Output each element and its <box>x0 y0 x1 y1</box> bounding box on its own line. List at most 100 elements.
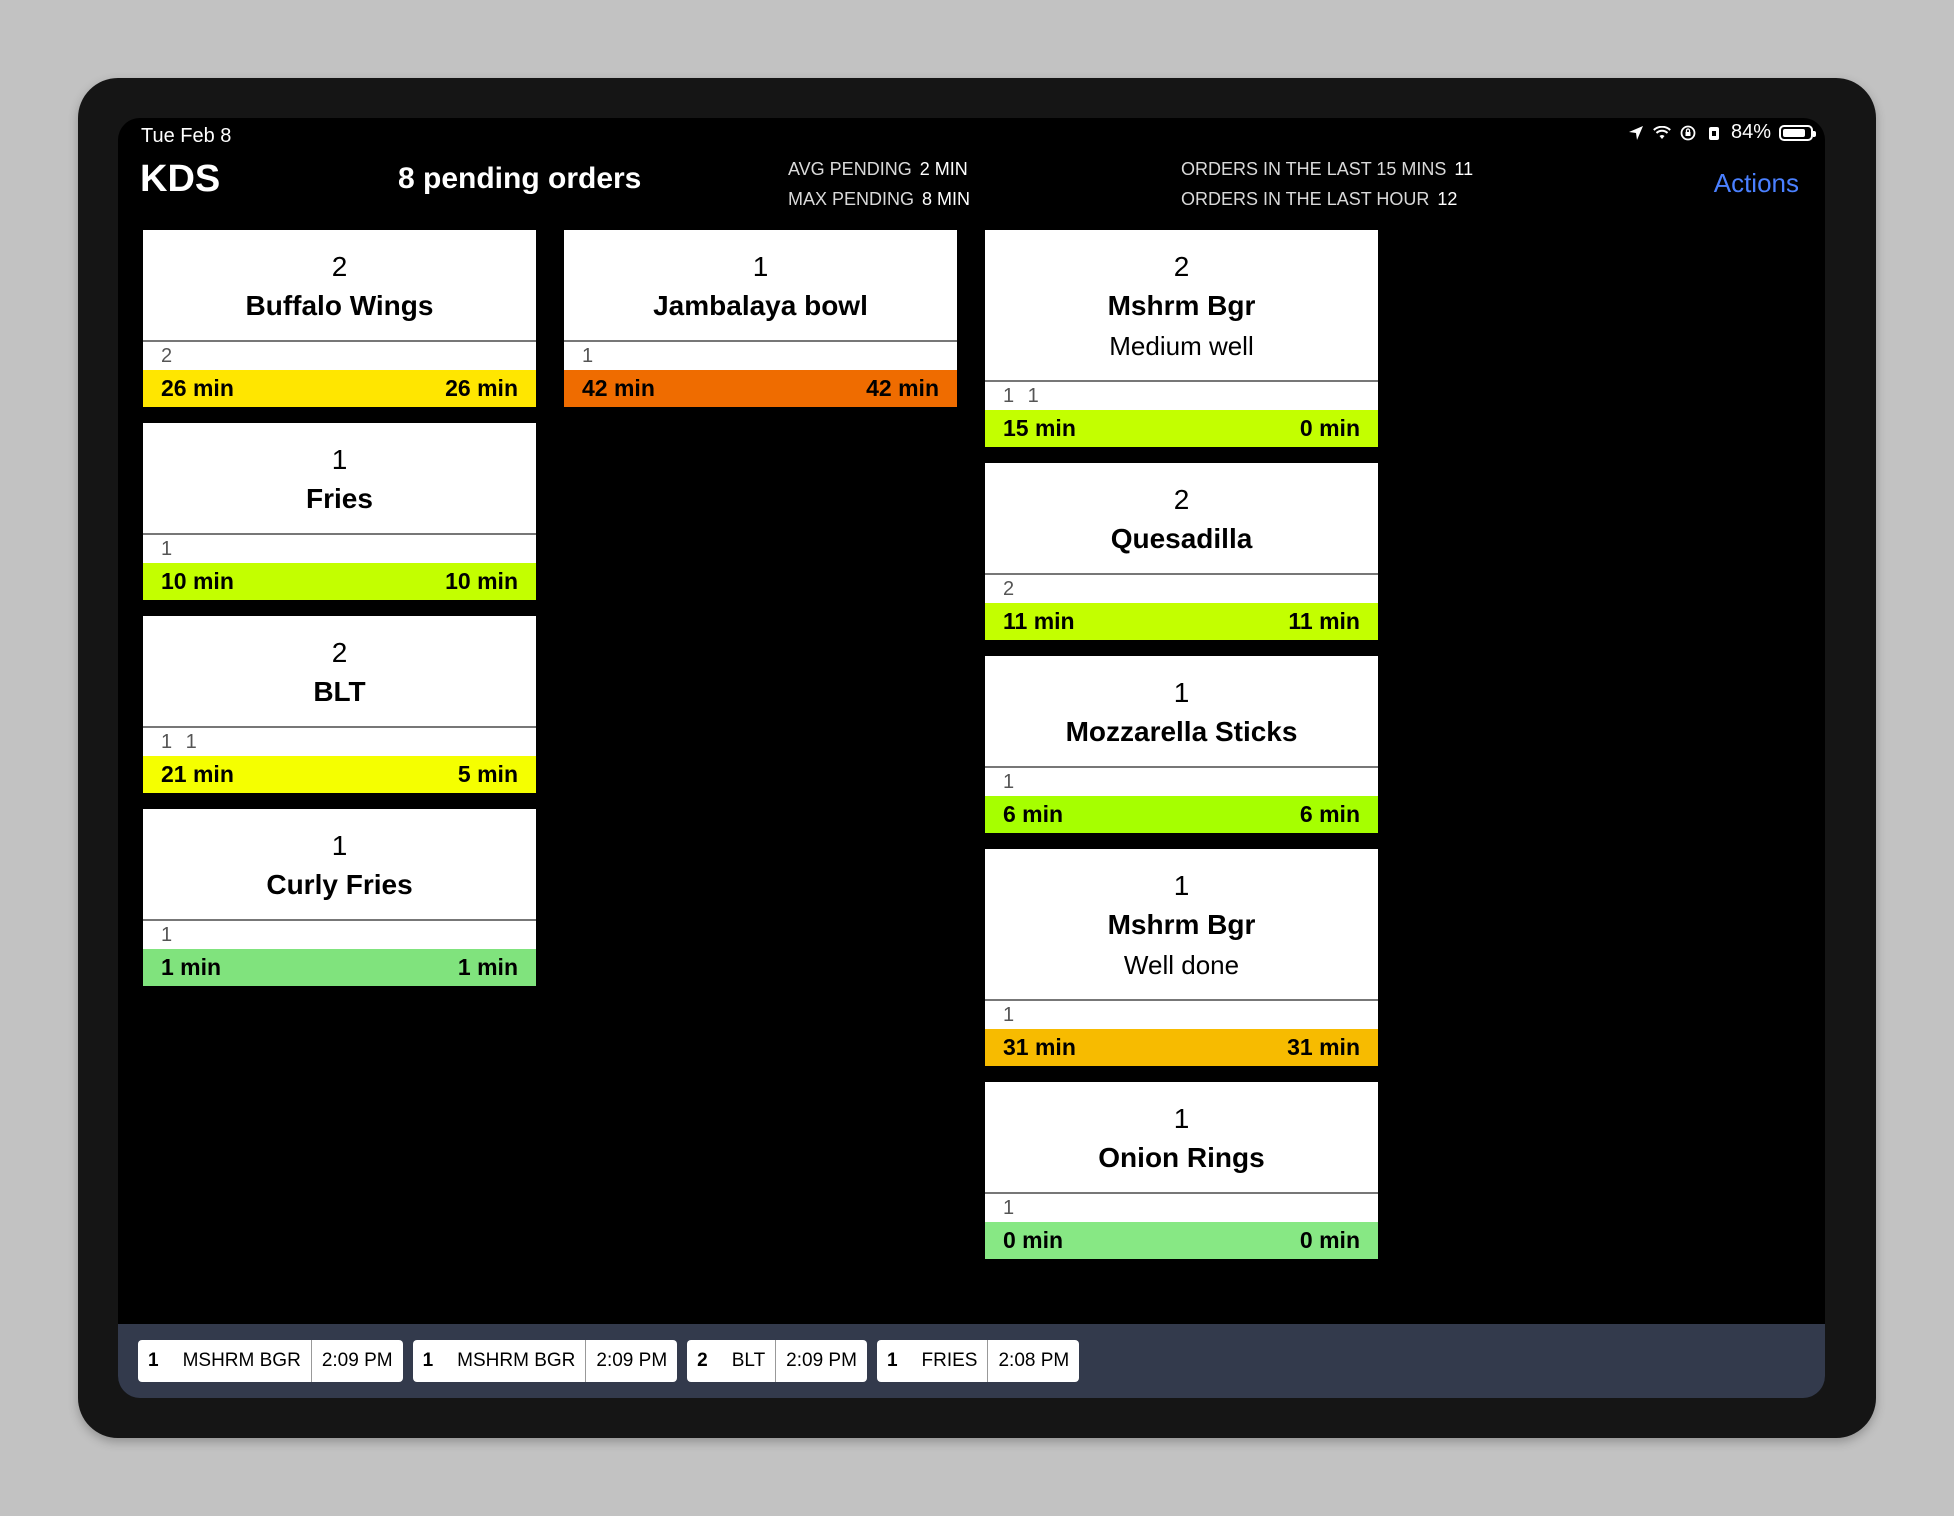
order-age: 26 min <box>161 375 234 401</box>
recent-order-name: MSHRM BGR <box>457 1350 576 1371</box>
item-name: Mshrm Bgr <box>1107 909 1256 940</box>
actions-button[interactable]: Actions <box>1714 168 1799 199</box>
recent-order-qty: 1 <box>886 1350 898 1371</box>
recent-order-chip[interactable]: 2 BLT 2:09 PM <box>687 1340 867 1382</box>
item-quantity: 2 <box>1173 251 1190 282</box>
recent-order-name: FRIES <box>921 1350 978 1371</box>
order-card-header: 1 Onion Rings <box>985 1082 1378 1194</box>
recent-order-qty: 1 <box>422 1350 434 1371</box>
recent-order-time: 2:09 PM <box>310 1340 403 1382</box>
order-age: 15 min <box>1003 415 1076 441</box>
battery-percent: 84% <box>1730 121 1771 143</box>
page-title: KDS <box>140 158 221 200</box>
item-name: Jambalaya bowl <box>653 290 868 321</box>
pending-orders-count: 8 pending orders <box>398 162 642 195</box>
item-modifier: Well done <box>1123 950 1240 980</box>
order-card-header: 2 Buffalo Wings <box>143 230 536 342</box>
item-name: Buffalo Wings <box>245 290 434 321</box>
recent-order-name: MSHRM BGR <box>182 1350 301 1371</box>
recent-order-qty: 1 <box>148 1350 159 1371</box>
seat-numbers: 2 <box>161 345 177 367</box>
recent-order-chip[interactable]: 1 MSHRM BGR 2:09 PM <box>412 1340 678 1382</box>
item-name: Quesadilla <box>1110 523 1253 554</box>
location-arrow-icon <box>1627 124 1645 142</box>
battery-icon <box>1779 124 1816 141</box>
order-age: 11 min <box>1003 608 1075 634</box>
recent-order-chip[interactable]: 1 MSHRM BGR 2:09 PM <box>138 1340 403 1382</box>
order-card[interactable]: 1 Fries 1 10 min 10 min <box>143 423 536 600</box>
item-quantity: 1 <box>752 251 769 282</box>
order-card-header: 2 Mshrm Bgr Medium well <box>985 230 1378 382</box>
order-column-1: 2 Buffalo Wings 2 26 min 26 min 1 Fries 1 10 min… <box>143 230 536 1002</box>
order-card[interactable]: 1 Onion Rings 1 0 min 0 min <box>985 1082 1378 1259</box>
pending-stats: AVG PENDING 2 MIN MAX PENDING 8 MIN <box>788 154 970 214</box>
item-name: Mozzarella Sticks <box>1065 716 1298 747</box>
seat-numbers: 1 <box>1003 1197 1019 1219</box>
timer-bar: 0 min 0 min <box>985 1222 1378 1259</box>
order-age: 6 min <box>1003 801 1064 827</box>
recent-order-name: BLT <box>731 1350 766 1371</box>
timer-bar: 21 min 5 min <box>143 756 536 793</box>
item-age: 26 min <box>445 375 518 401</box>
order-card[interactable]: 1 Jambalaya bowl 1 42 min 42 min <box>564 230 957 407</box>
item-quantity: 1 <box>331 830 348 861</box>
order-card-header: 2 Quesadilla <box>985 463 1378 575</box>
order-age: 0 min <box>1003 1227 1064 1253</box>
max-pending-row: MAX PENDING 8 MIN <box>788 189 971 209</box>
order-age: 21 min <box>161 761 234 787</box>
timer-bar: 15 min 0 min <box>985 410 1378 447</box>
order-column-2: 1 Jambalaya bowl 1 42 min 42 min <box>564 230 957 423</box>
order-card-header: 2 BLT <box>143 616 536 728</box>
recent-order-time: 2:09 PM <box>585 1340 677 1382</box>
timer-bar: 10 min 10 min <box>143 563 536 600</box>
status-date: Tue Feb 8 <box>141 125 232 147</box>
item-age: 11 min <box>1288 608 1360 634</box>
order-card[interactable]: 2 Buffalo Wings 2 26 min 26 min <box>143 230 536 407</box>
item-name: Mshrm Bgr <box>1107 290 1256 321</box>
order-card[interactable]: 1 Mozzarella Sticks 1 6 min 6 min <box>985 656 1378 833</box>
status-icons: 84% <box>1627 121 1816 144</box>
timer-bar: 11 min 11 min <box>985 603 1378 640</box>
order-column-3: 2 Mshrm Bgr Medium well 1 1 15 min 0 min 2 Ques… <box>985 230 1378 1275</box>
seat-numbers: 1 <box>161 924 177 946</box>
item-age: 10 min <box>445 568 518 594</box>
item-age: 0 min <box>1299 1227 1360 1253</box>
item-age: 0 min <box>1299 415 1360 441</box>
item-name: Curly Fries <box>266 869 413 900</box>
item-age: 1 min <box>457 954 518 980</box>
order-card-header: 1 Curly Fries <box>143 809 536 921</box>
seat-numbers: 2 <box>1003 578 1019 600</box>
rotation-lock-icon <box>1679 124 1697 142</box>
order-age: 10 min <box>161 568 234 594</box>
timer-bar: 6 min 6 min <box>985 796 1378 833</box>
recent-order-chip[interactable]: 1 FRIES 2:08 PM <box>876 1340 1080 1382</box>
order-card[interactable]: 1 Mshrm Bgr Well done 1 31 min 31 min <box>985 849 1378 1066</box>
seat-numbers: 1 <box>1003 771 1019 793</box>
timer-bar: 31 min 31 min <box>985 1029 1378 1066</box>
avg-pending-row: AVG PENDING 2 MIN <box>788 159 968 179</box>
item-quantity: 2 <box>331 637 348 668</box>
order-card[interactable]: 2 Quesadilla 2 11 min 11 min <box>985 463 1378 640</box>
order-card-header: 1 Fries <box>143 423 536 535</box>
recent-order-time: 2:08 PM <box>987 1340 1079 1382</box>
orders-15-row: ORDERS IN THE LAST 15 MINS 11 <box>1181 159 1474 179</box>
order-card[interactable]: 2 Mshrm Bgr Medium well 1 1 15 min 0 min <box>985 230 1378 447</box>
recent-order-qty: 2 <box>697 1350 708 1371</box>
timer-bar: 1 min 1 min <box>143 949 536 986</box>
order-card[interactable]: 1 Curly Fries 1 1 min 1 min <box>143 809 536 986</box>
seat-numbers: 1 1 <box>1003 385 1043 407</box>
kds-screen: Tue Feb 8 84% KDS 8 pending orders AVG P… <box>118 118 1825 1398</box>
item-quantity: 1 <box>331 444 348 475</box>
item-modifier: Medium well <box>1109 331 1254 361</box>
recent-order-time: 2:09 PM <box>775 1340 867 1382</box>
item-name: Fries <box>306 483 373 514</box>
timer-bar: 42 min 42 min <box>564 370 957 407</box>
order-card[interactable]: 2 BLT 1 1 21 min 5 min <box>143 616 536 793</box>
order-card-header: 1 Mozzarella Sticks <box>985 656 1378 768</box>
item-age: 31 min <box>1287 1034 1360 1060</box>
item-name: BLT <box>313 676 366 707</box>
item-quantity: 2 <box>1173 484 1190 515</box>
item-quantity: 2 <box>331 251 348 282</box>
lock-icon <box>1705 124 1723 142</box>
order-card-header: 1 Jambalaya bowl <box>564 230 957 342</box>
